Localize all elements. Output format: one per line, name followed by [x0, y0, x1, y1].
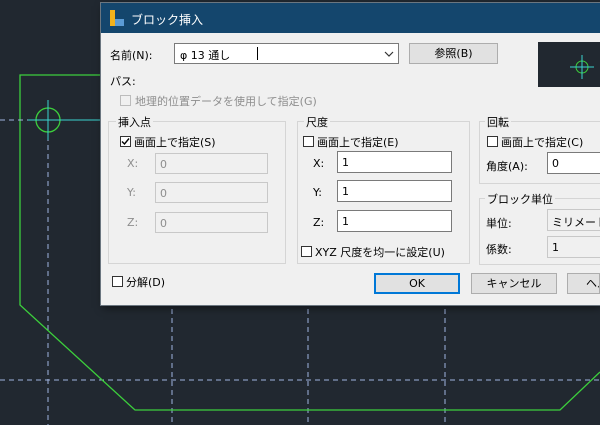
scale-on-screen-label: 画面上で指定(E) — [317, 136, 399, 149]
angle-value: 0 — [552, 157, 559, 170]
cancel-button[interactable]: キャンセル — [471, 273, 557, 294]
insertion-z-label: Z: — [127, 216, 139, 229]
ok-button[interactable]: OK — [374, 273, 460, 294]
help-button[interactable]: ヘルプ — [567, 273, 600, 294]
unit-field[interactable]: ミリメートル — [547, 209, 600, 231]
insertion-x-value: 0 — [160, 158, 167, 171]
scale-z-value: 1 — [342, 215, 349, 228]
scale-on-screen-checkbox[interactable] — [303, 136, 314, 147]
title-bar[interactable]: ブロック挿入 — [101, 3, 600, 33]
scale-y-label: Y: — [313, 186, 322, 199]
factor-value: 1 — [552, 241, 559, 254]
scale-y-value: 1 — [342, 185, 349, 198]
uniform-scale-checkbox[interactable] — [301, 246, 312, 257]
text-caret — [257, 47, 258, 60]
scale-z-field[interactable]: 1 — [337, 210, 452, 232]
insertion-on-screen-label: 画面上で指定(S) — [134, 136, 216, 149]
factor-label: 係数: — [486, 243, 512, 256]
unit-label: 単位: — [486, 217, 512, 230]
name-combobox[interactable]: φ 13 通し — [174, 43, 399, 64]
unit-value: ミリメートル — [552, 216, 600, 229]
scale-x-field[interactable]: 1 — [337, 151, 452, 173]
rotation-on-screen-checkbox[interactable] — [487, 136, 498, 147]
insertion-point-title: 挿入点 — [116, 114, 153, 130]
path-label: パス: — [110, 75, 136, 88]
angle-field[interactable]: 0 — [547, 152, 600, 174]
checkmark-icon — [121, 138, 130, 146]
name-value: φ 13 通し — [180, 49, 231, 62]
browse-button[interactable]: 参照(B) — [409, 43, 498, 64]
block-unit-title: ブロック単位 — [485, 191, 555, 207]
app-icon — [110, 10, 124, 26]
insertion-y-value: 0 — [160, 187, 167, 200]
scale-y-field[interactable]: 1 — [337, 180, 452, 202]
scale-x-value: 1 — [342, 156, 349, 169]
insertion-z-value: 0 — [160, 217, 167, 230]
insertion-y-label: Y: — [127, 186, 136, 199]
scale-x-label: X: — [313, 157, 325, 170]
dialog-title: ブロック挿入 — [131, 13, 204, 27]
insertion-x-label: X: — [127, 157, 139, 170]
rotation-on-screen-label: 画面上で指定(C) — [501, 136, 584, 149]
scale-z-label: Z: — [313, 216, 325, 229]
factor-field[interactable]: 1 — [547, 236, 600, 258]
preview-crosshair-icon — [570, 55, 594, 79]
insertion-y-field[interactable]: 0 — [155, 182, 268, 203]
geo-checkbox[interactable] — [120, 95, 131, 106]
angle-label: 角度(A): — [486, 160, 528, 173]
scale-title: 尺度 — [304, 114, 330, 130]
name-label: 名前(N): — [110, 49, 153, 62]
insertion-on-screen-checkbox[interactable] — [120, 136, 131, 147]
explode-checkbox[interactable] — [112, 276, 123, 287]
chevron-down-icon[interactable] — [383, 47, 395, 61]
block-preview — [538, 42, 600, 87]
rotation-title: 回転 — [485, 114, 511, 130]
geo-checkbox-label: 地理的位置データを使用して指定(G) — [135, 95, 317, 108]
insertion-z-field[interactable]: 0 — [155, 212, 268, 233]
insertion-x-field[interactable]: 0 — [155, 153, 268, 174]
explode-label: 分解(D) — [126, 276, 166, 289]
uniform-scale-label: XYZ 尺度を均一に設定(U) — [315, 246, 445, 259]
block-insert-dialog: ブロック挿入 名前(N): φ 13 通し 参照(B) パス: 地理的位置データ… — [101, 3, 600, 305]
